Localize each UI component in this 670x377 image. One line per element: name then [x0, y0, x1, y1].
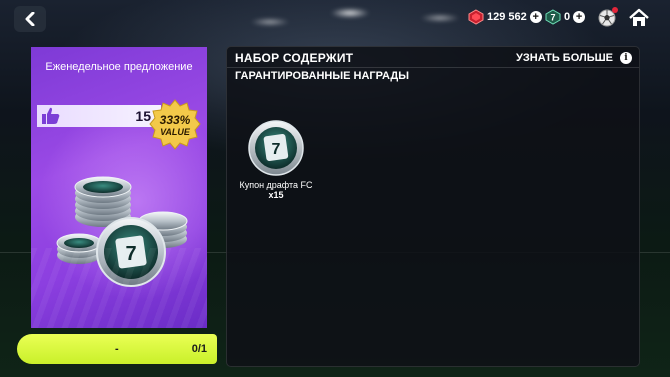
- home-icon[interactable]: [628, 7, 650, 29]
- draft-coupon-stack-image: 7: [56, 176, 188, 287]
- svg-text:7: 7: [272, 141, 281, 158]
- gems-value: 129 562: [487, 11, 527, 23]
- info-icon[interactable]: i: [620, 52, 632, 64]
- add-gems-icon[interactable]: +: [529, 11, 542, 23]
- weekly-offer-card[interactable]: Еженедельное предложение 15 333% VALUE 7: [31, 47, 207, 328]
- stadium-light: [330, 8, 370, 18]
- purchase-limit-count: 0/1: [191, 343, 207, 355]
- panel-title: НАБОР СОДЕРЖИТ: [235, 51, 354, 65]
- draft-coupon-icon: 7: [248, 120, 304, 176]
- thumbs-up-icon: [42, 107, 60, 124]
- learn-more-link[interactable]: УЗНАТЬ БОЛЬШЕ: [516, 52, 613, 64]
- purchase-button[interactable]: - 0/1: [17, 334, 217, 364]
- notification-dot: [612, 7, 618, 13]
- stadium-light: [420, 14, 460, 22]
- chevron-left-icon: [25, 12, 35, 26]
- svg-text:7: 7: [550, 13, 555, 23]
- purchase-price: -: [115, 343, 119, 355]
- add-tokens-icon[interactable]: +: [573, 11, 586, 23]
- value-badge: 333% VALUE: [149, 99, 201, 150]
- red-gem-icon: [468, 9, 484, 25]
- tokens-value: 0: [564, 11, 571, 23]
- svg-text:7: 7: [125, 243, 136, 265]
- guaranteed-rewards-label: ГАРАНТИРОВАННЫЕ НАГРАДЫ: [235, 70, 409, 82]
- offer-quantity-bar: 15: [37, 105, 161, 127]
- value-badge-percent: 333%: [160, 113, 191, 127]
- reward-name: Купон драфта FC: [239, 180, 313, 190]
- value-badge-text: VALUE: [160, 127, 191, 137]
- token-7-icon: 7: [545, 9, 561, 25]
- gems-balance: 129 562 +: [468, 9, 542, 25]
- back-button[interactable]: [14, 6, 46, 32]
- offer-title: Еженедельное предложение: [45, 61, 193, 73]
- pack-contents-panel: НАБОР СОДЕРЖИТ УЗНАТЬ БОЛЬШЕ i ГАРАНТИРО…: [226, 46, 640, 367]
- reward-quantity: x15: [268, 190, 284, 200]
- stadium-light: [250, 18, 290, 26]
- reward-item[interactable]: 7 Купон драфта FC x15: [237, 119, 315, 200]
- tokens-balance: 7 0 +: [545, 9, 586, 25]
- divider: [227, 67, 639, 68]
